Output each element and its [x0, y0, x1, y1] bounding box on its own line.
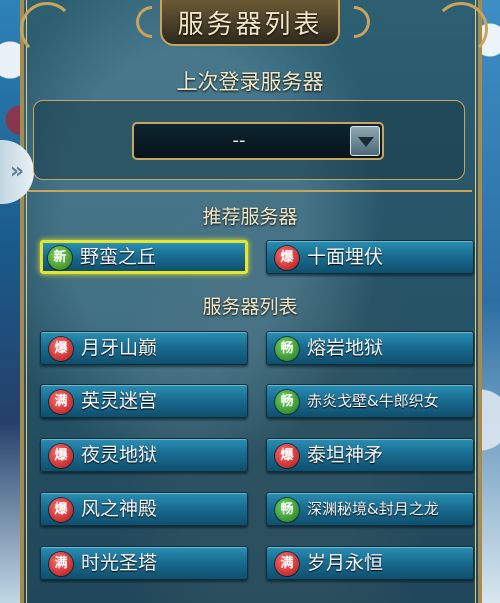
server-name: 风之神殿: [81, 498, 158, 520]
server-status-badge: 爆: [49, 444, 73, 468]
server-status-badge: 满: [49, 552, 73, 576]
server-button[interactable]: 爆月牙山巅: [40, 331, 248, 365]
server-status-badge: 爆: [49, 498, 73, 522]
server-name: 时光圣塔: [81, 552, 158, 574]
server-name: 夜灵地狱: [81, 444, 158, 466]
server-status-badge: 满: [275, 552, 299, 576]
server-button[interactable]: 爆夜灵地狱: [40, 438, 248, 472]
server-name: 月牙山巅: [81, 337, 158, 359]
server-name: 野蛮之丘: [80, 246, 157, 268]
recommended-heading: 推荐服务器: [202, 206, 298, 228]
server-name: 英灵迷宫: [81, 390, 158, 412]
title-banner: 服务器列表: [160, 0, 340, 46]
server-status-badge: 新: [48, 246, 72, 270]
server-button[interactable]: 畅赤炎戈壁&牛郎织女: [266, 384, 474, 418]
double-chevron-right-icon: »: [9, 159, 25, 184]
server-button[interactable]: 满岁月永恒: [266, 546, 474, 580]
server-status-badge: 爆: [275, 246, 299, 270]
server-button[interactable]: 爆十面埋伏: [266, 240, 474, 274]
last-login-value: --: [232, 130, 246, 151]
server-status-badge: 畅: [275, 390, 299, 414]
server-status-badge: 满: [49, 390, 73, 414]
server-list-heading: 服务器列表: [202, 296, 298, 318]
server-button[interactable]: 满时光圣塔: [40, 546, 248, 580]
server-status-badge: 爆: [275, 444, 299, 468]
last-login-dropdown[interactable]: --: [132, 122, 384, 160]
section-divider: [28, 190, 472, 192]
dropdown-arrow-button[interactable]: [350, 126, 380, 156]
server-button[interactable]: 畅深渊秘境&封月之龙: [266, 492, 474, 526]
server-button[interactable]: 畅熔岩地狱: [266, 331, 474, 365]
panel-title: 服务器列表: [177, 9, 323, 40]
last-login-heading: 上次登录服务器: [176, 70, 324, 94]
server-name: 赤炎戈壁&牛郎织女: [307, 392, 439, 410]
server-name: 深渊秘境&封月之龙: [307, 500, 439, 518]
server-button[interactable]: 爆泰坦神矛: [266, 438, 474, 472]
server-status-badge: 畅: [275, 337, 299, 361]
server-name: 岁月永恒: [307, 552, 384, 574]
server-name: 泰坦神矛: [307, 444, 384, 466]
server-name: 熔岩地狱: [307, 337, 384, 359]
server-button[interactable]: 爆风之神殿: [40, 492, 248, 526]
server-name: 十面埋伏: [307, 246, 384, 268]
game-screen: 服务器列表 » 上次登录服务器 -- 推荐服务器 新野蛮之丘爆十面埋伏 服务器列…: [0, 0, 500, 603]
server-button[interactable]: 新野蛮之丘: [40, 240, 248, 274]
server-status-badge: 爆: [49, 337, 73, 361]
corner-ornament-right: [434, 2, 488, 56]
corner-ornament-left: [20, 2, 74, 56]
server-button[interactable]: 满英灵迷宫: [40, 384, 248, 418]
server-status-badge: 畅: [275, 498, 299, 522]
